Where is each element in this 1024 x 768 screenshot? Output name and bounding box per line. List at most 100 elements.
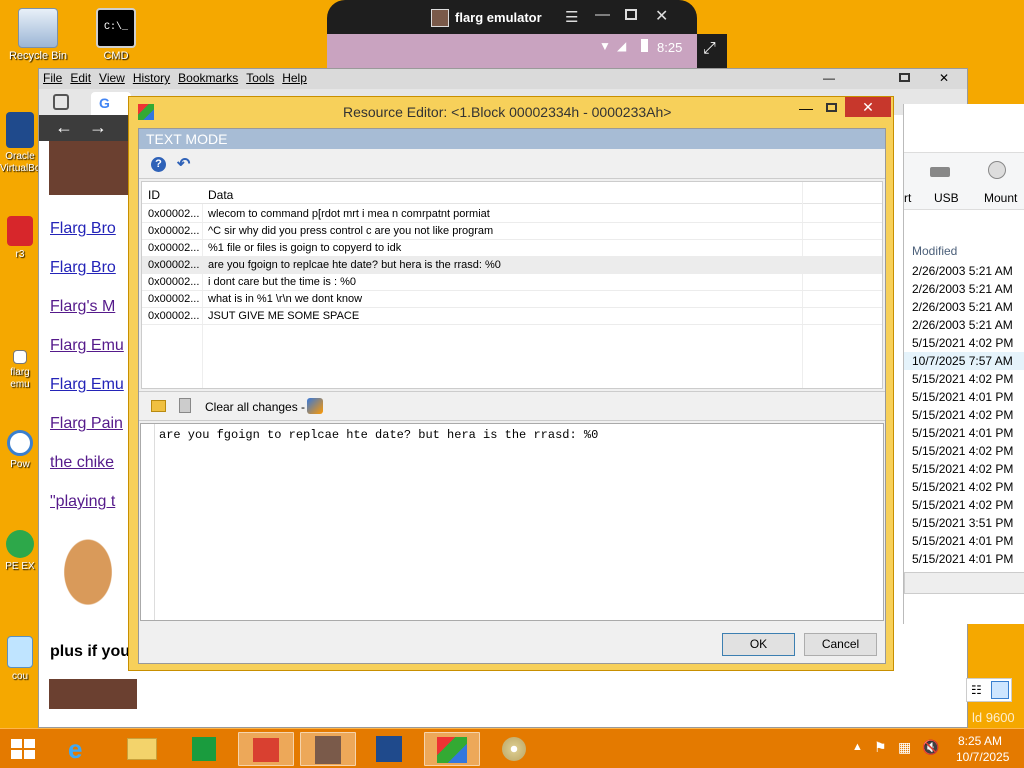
minimize-icon[interactable]: — <box>595 6 610 23</box>
menu-edit[interactable]: Edit <box>66 69 95 87</box>
table-row[interactable]: 0x00002... i dont care but the time is : … <box>142 274 882 291</box>
modified-date: 5/15/2021 4:01 PM <box>912 390 1014 404</box>
action-center-flag-icon[interactable]: ⚑ <box>874 739 887 756</box>
network-icon[interactable]: ▦ <box>898 739 911 756</box>
clock-date[interactable]: 10/7/2025 <box>956 750 1009 764</box>
desktop-icon-recycle-bin[interactable]: Recycle Bin <box>8 8 68 62</box>
browser-tab[interactable]: G <box>91 92 131 115</box>
emulator-fullscreen-button[interactable]: ⤢ <box>697 34 727 68</box>
recycle-bin-icon <box>18 8 58 48</box>
page-link[interactable]: Flarg Pain <box>50 415 123 433</box>
volume-muted-icon[interactable]: 🔇 <box>922 739 939 756</box>
ok-button[interactable]: OK <box>722 633 795 656</box>
editor-content[interactable]: are you fgoign to replcae hte date? but … <box>159 428 598 442</box>
modified-date: 10/7/2025 7:57 AM <box>912 354 1013 368</box>
clipboard-icon[interactable] <box>179 398 191 413</box>
table-row[interactable]: 0x00002... wlecom to command p[rdot mrt i… <box>142 206 882 223</box>
cancel-button[interactable]: Cancel <box>804 633 877 656</box>
page-link[interactable]: "playing t <box>50 493 115 511</box>
back-button[interactable]: ← <box>55 117 73 138</box>
taskbar-file-explorer[interactable] <box>115 732 171 766</box>
modified-date: 5/15/2021 4:01 PM <box>912 426 1014 440</box>
page-link[interactable]: Flarg Emu <box>50 337 124 355</box>
emulator-screen[interactable]: ▼ ◢ 8:25 <box>327 34 697 70</box>
tab-manager-icon[interactable] <box>53 94 69 110</box>
maximize-icon[interactable] <box>625 9 637 20</box>
menu-tools[interactable]: Tools <box>242 69 278 87</box>
mount-icon[interactable] <box>988 161 1006 179</box>
page-text: plus if you <box>50 643 130 660</box>
desktop-icon-powershell[interactable]: Pow <box>0 430 40 470</box>
start-button[interactable] <box>8 736 38 762</box>
column-header-modified[interactable]: Modified <box>912 244 957 258</box>
tray-overflow-icon[interactable]: ▲ <box>852 741 863 753</box>
horizontal-scrollbar[interactable] <box>904 572 1024 594</box>
taskbar-resource-hacker[interactable] <box>424 732 480 766</box>
minimize-icon[interactable]: — <box>799 100 813 116</box>
desktop-icon-cmd[interactable]: C:\_ CMD <box>86 8 146 62</box>
disc-icon <box>502 737 526 761</box>
help-icon[interactable]: ? <box>151 157 166 172</box>
clock-time[interactable]: 8:25 AM <box>958 734 1002 748</box>
undo-icon[interactable]: ↶ <box>177 154 190 174</box>
modified-date: 2/26/2003 5:21 AM <box>912 318 1013 332</box>
close-icon[interactable]: ✕ <box>655 6 668 26</box>
row-id: 0x00002... <box>148 276 200 288</box>
menu-bookmarks[interactable]: Bookmarks <box>174 69 242 87</box>
maximize-icon[interactable] <box>826 103 837 112</box>
table-row[interactable]: 0x00002... %1 file or files is goign to c… <box>142 240 882 257</box>
taskbar-flarg-emulator[interactable] <box>300 732 356 766</box>
minimize-icon[interactable]: — <box>819 69 839 87</box>
close-button[interactable]: ✕ <box>845 97 891 117</box>
tiles-view-icon[interactable] <box>991 681 1009 699</box>
taskbar-pe-app[interactable] <box>238 732 294 766</box>
table-row[interactable]: 0x00002... JSUT GIVE ME SOME SPACE <box>142 308 882 325</box>
taskbar-disc[interactable] <box>486 732 542 766</box>
table-row[interactable]: 0x00002... are you fgoign to replcae hte … <box>142 257 882 274</box>
open-folder-icon[interactable] <box>151 400 166 412</box>
column-header-data[interactable]: Data <box>208 188 233 202</box>
table-row[interactable]: 0x00002... what is in %1 \r\n we dont kn… <box>142 291 882 308</box>
taskbar-virtualbox[interactable] <box>362 732 418 766</box>
page-link[interactable]: Flarg Bro <box>50 259 116 277</box>
row-data: i dont care but the time is : %0 <box>208 276 356 288</box>
details-view-icon[interactable]: ☷ <box>971 683 982 697</box>
desktop-icon-r3[interactable]: r3 <box>0 216 40 260</box>
taskbar-store[interactable] <box>176 732 232 766</box>
page-link[interactable]: Flarg Bro <box>50 220 116 238</box>
maximize-icon[interactable] <box>899 73 910 82</box>
modified-date: 5/15/2021 4:02 PM <box>912 444 1014 458</box>
desktop-icon-flarg-emu[interactable]: flarg emu <box>0 350 40 390</box>
apply-icon[interactable] <box>307 398 323 414</box>
menu-icon[interactable]: ☰ <box>565 8 578 26</box>
virtualbox-icon <box>6 112 34 148</box>
page-link[interactable]: Flarg Emu <box>50 376 124 394</box>
view-toggle[interactable]: ☷ <box>966 678 1012 702</box>
desktop-icon-label: r3 <box>15 249 25 260</box>
mode-header: TEXT MODE <box>139 129 885 149</box>
menu-help[interactable]: Help <box>278 69 311 87</box>
page-image <box>49 679 137 709</box>
explorer-ribbon: rt USB Mount <box>904 152 1024 210</box>
column-header-id[interactable]: ID <box>148 188 160 202</box>
desktop-icon-computer[interactable]: cou <box>0 636 40 682</box>
taskbar-internet-explorer[interactable]: e <box>56 732 112 766</box>
table-row[interactable]: 0x00002... ^C sir why did you press contr… <box>142 223 882 240</box>
close-icon[interactable]: ✕ <box>935 69 953 87</box>
table-header: ID Data <box>142 182 882 204</box>
page-link[interactable]: the chike <box>50 454 114 472</box>
page-link[interactable]: Flarg's M <box>50 298 115 316</box>
resource-hacker-icon <box>138 104 154 120</box>
text-editor[interactable]: are you fgoign to replcae hte date? but … <box>140 423 884 621</box>
menu-view[interactable]: View <box>95 69 129 87</box>
ribbon-usb-label[interactable]: USB <box>934 191 959 205</box>
clear-all-changes-button[interactable]: Clear all changes - <box>205 400 305 414</box>
usb-icon[interactable] <box>930 167 950 177</box>
desktop-icon-virtualbox[interactable]: Oracle VirtualBox <box>0 112 45 174</box>
file-explorer-window: rt USB Mount Modified 2/26/2003 5:21 AM 2… <box>903 104 1024 624</box>
ribbon-mount-label[interactable]: Mount <box>984 191 1017 205</box>
menu-history[interactable]: History <box>129 69 174 87</box>
forward-button[interactable]: → <box>89 117 107 138</box>
desktop-icon-pe-explorer[interactable]: PE EX <box>0 530 40 572</box>
menu-file[interactable]: File <box>39 69 66 87</box>
